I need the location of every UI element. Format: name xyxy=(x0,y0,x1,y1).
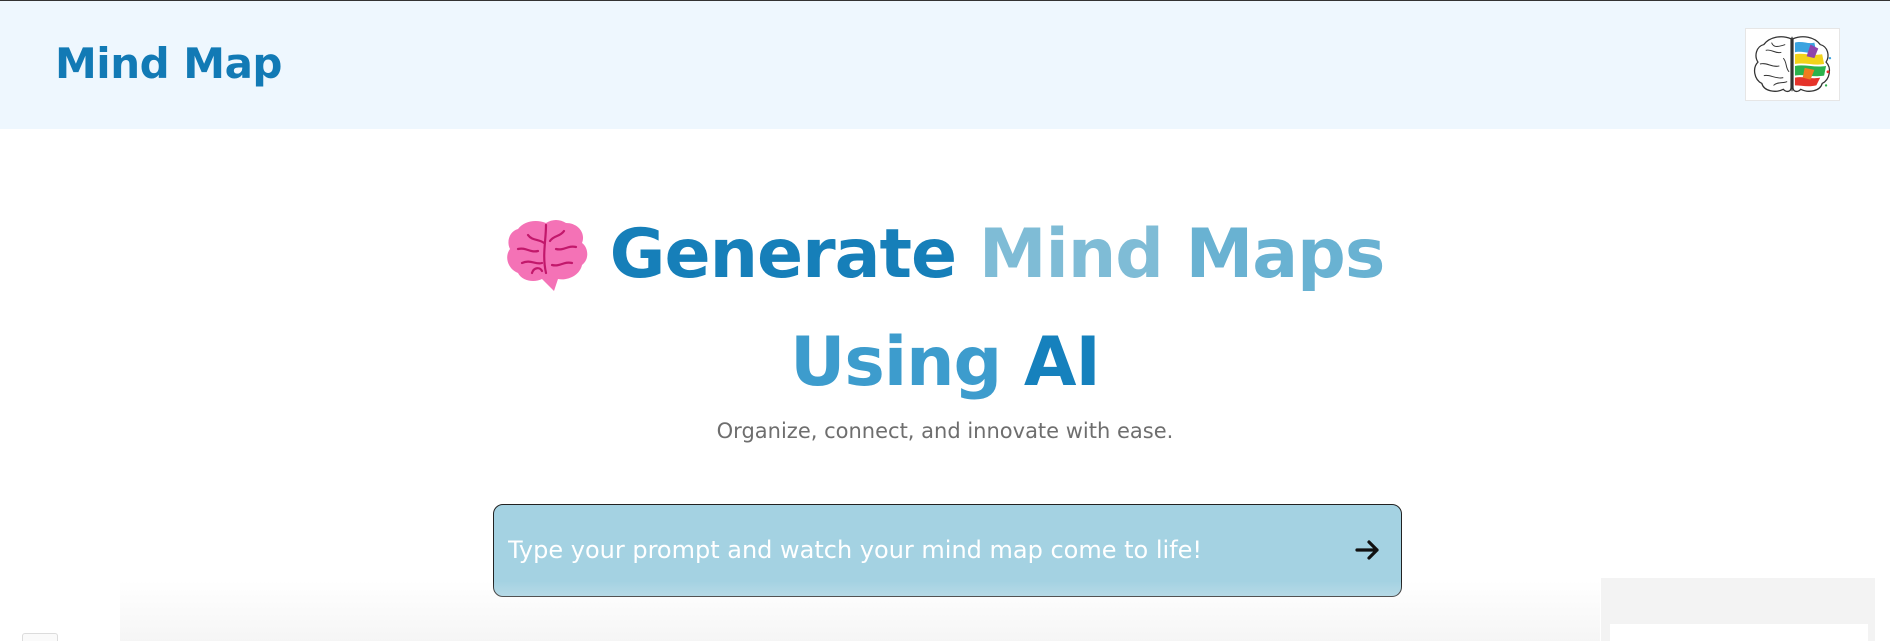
left-corner-element xyxy=(22,633,58,641)
brain-logo-icon[interactable] xyxy=(1745,28,1840,101)
hero-subtitle: Organize, connect, and innovate with eas… xyxy=(716,419,1174,443)
hero-title-line-2: Using AI xyxy=(0,323,1890,403)
title-word-mind: Mind xyxy=(978,215,1164,294)
arrow-right-icon[interactable] xyxy=(1353,535,1383,565)
title-word-ai: AI xyxy=(1023,323,1101,402)
top-header: Mind Map xyxy=(0,1,1890,129)
brain-emoji-icon xyxy=(506,215,588,295)
brain-logo-graphic xyxy=(1753,36,1832,93)
arrow-right-graphic xyxy=(1355,540,1379,560)
brain-emoji-graphic xyxy=(506,220,587,291)
title-word-using: Using xyxy=(790,323,1002,402)
bottom-fade xyxy=(120,581,1600,641)
title-word-generate: Generate xyxy=(609,215,958,294)
brand-title[interactable]: Mind Map xyxy=(55,39,282,88)
corner-panel-inner xyxy=(1610,624,1868,641)
hero-title-line-1: Generate Mind Maps xyxy=(0,215,1890,295)
title-word-maps: Maps xyxy=(1185,215,1386,294)
page: Mind Map Generate Mind Maps Using AI Org… xyxy=(0,0,1890,641)
